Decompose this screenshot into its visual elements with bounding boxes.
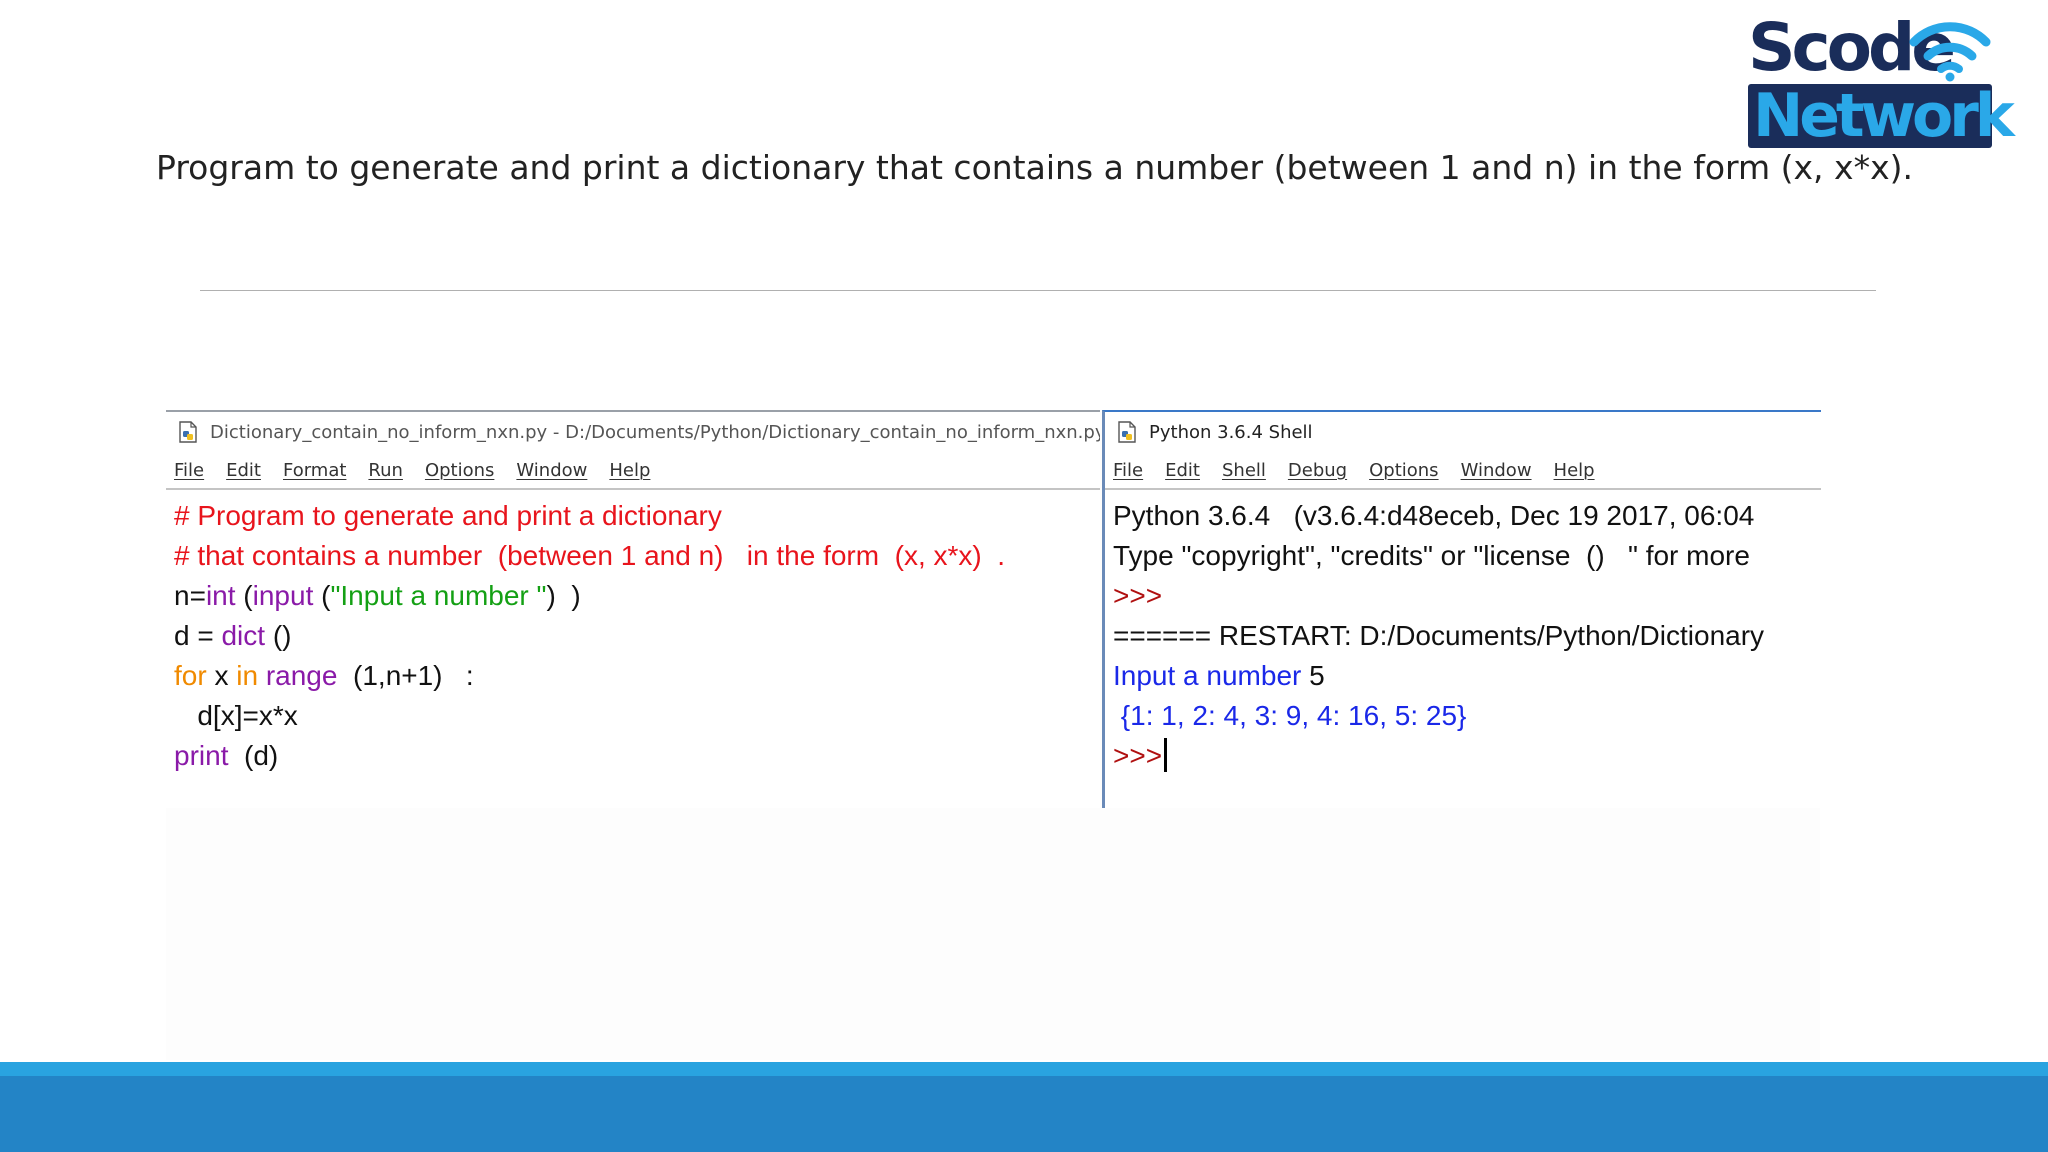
- shell-line: >>>: [1113, 736, 1821, 776]
- wifi-icon: [1909, 22, 1991, 82]
- shell-menu-edit[interactable]: Edit: [1165, 460, 1200, 481]
- editor-token: (1,n+1) :: [337, 660, 474, 691]
- editor-token: d =: [174, 620, 222, 651]
- editor-menu-format[interactable]: Format: [283, 460, 346, 481]
- editor-titlebar: Dictionary_contain_no_inform_nxn.py - D:…: [166, 412, 1100, 452]
- footer-accent-bar: [0, 1062, 2048, 1076]
- slide-title: Program to generate and print a dictiona…: [156, 148, 1913, 187]
- footer-bar: [0, 1076, 2048, 1152]
- text-cursor: [1164, 738, 1168, 772]
- shell-menu-help[interactable]: Help: [1554, 460, 1595, 481]
- python-shell-icon: [1118, 421, 1136, 443]
- shell-output-area[interactable]: Python 3.6.4 (v3.6.4:d48eceb, Dec 19 201…: [1105, 490, 1821, 776]
- shell-token: >>>: [1113, 580, 1163, 611]
- editor-menu-edit[interactable]: Edit: [226, 460, 261, 481]
- scode-network-logo: Scode Network: [1748, 12, 2015, 148]
- shell-token: Python 3.6.4 (v3.6.4:d48eceb, Dec 19 201…: [1113, 500, 1755, 531]
- editor-menu-window[interactable]: Window: [516, 460, 587, 481]
- editor-token: range: [265, 660, 338, 691]
- editor-title-text: Dictionary_contain_no_inform_nxn.py - D:…: [210, 421, 1100, 443]
- logo-network-box: Network: [1748, 84, 2015, 148]
- editor-window: Dictionary_contain_no_inform_nxn.py - D:…: [166, 410, 1100, 808]
- editor-token: ) ): [546, 580, 581, 611]
- shell-token: Type "copyright", "credits" or "license …: [1113, 540, 1750, 571]
- shell-token: >>>: [1113, 740, 1163, 771]
- shell-window: Python 3.6.4 Shell File Edit Shell Debug Opt…: [1102, 410, 1821, 808]
- shell-token: 5: [1309, 660, 1325, 691]
- editor-line: d = dict (): [174, 616, 1100, 656]
- editor-line: d[x]=x*x: [174, 696, 1100, 736]
- editor-token: (: [313, 580, 331, 611]
- title-divider: [200, 290, 1876, 291]
- shell-line: {1: 1, 2: 4, 3: 9, 4: 16, 5: 25}: [1113, 696, 1821, 736]
- shell-menu-shell[interactable]: Shell: [1222, 460, 1266, 481]
- editor-line: # that contains a number (between 1 and …: [174, 536, 1100, 576]
- editor-token: int: [205, 580, 236, 611]
- editor-line: for x in range (1,n+1) :: [174, 656, 1100, 696]
- editor-line: # Program to generate and print a dictio…: [174, 496, 1100, 536]
- shell-line: >>>: [1113, 576, 1821, 616]
- shell-token: Input a number: [1113, 660, 1310, 691]
- shell-line: Python 3.6.4 (v3.6.4:d48eceb, Dec 19 201…: [1113, 496, 1821, 536]
- editor-token: "Input a number ": [330, 580, 547, 611]
- shell-menu-window[interactable]: Window: [1461, 460, 1532, 481]
- editor-token: (d): [228, 740, 279, 771]
- editor-token: x: [206, 660, 237, 691]
- shell-line: ====== RESTART: D:/Documents/Python/Dict…: [1113, 616, 1821, 656]
- shell-token: {1: 1, 2: 4, 3: 9, 4: 16, 5: 25}: [1113, 700, 1467, 731]
- editor-token: (): [265, 620, 292, 651]
- shell-titlebar: Python 3.6.4 Shell: [1105, 412, 1821, 452]
- editor-token: (: [235, 580, 253, 611]
- editor-token: [258, 660, 266, 691]
- editor-menu-file[interactable]: File: [174, 460, 204, 481]
- editor-token: for: [174, 660, 207, 691]
- editor-menubar: File Edit Format Run Options Window Help: [166, 452, 1100, 490]
- editor-menu-help[interactable]: Help: [609, 460, 650, 481]
- editor-token: # that contains a number (between 1 and …: [174, 540, 1006, 571]
- shell-token: ====== RESTART: D:/Documents/Python/Dict…: [1113, 620, 1765, 651]
- shell-line: Type "copyright", "credits" or "license …: [1113, 536, 1821, 576]
- editor-token: input: [252, 580, 314, 611]
- python-file-icon: [179, 421, 197, 443]
- editor-token: # Program to generate and print a dictio…: [174, 500, 722, 531]
- shell-menu-file[interactable]: File: [1113, 460, 1143, 481]
- shell-title-text: Python 3.6.4 Shell: [1149, 421, 1313, 443]
- editor-line: print (d): [174, 736, 1100, 776]
- editor-line: n=int (input ("Input a number ") ): [174, 576, 1100, 616]
- editor-token: print: [174, 740, 229, 771]
- shell-line: Input a number 5: [1113, 656, 1821, 696]
- editor-menu-options[interactable]: Options: [425, 460, 494, 481]
- editor-token: n=: [174, 580, 206, 611]
- shell-menu-options[interactable]: Options: [1369, 460, 1438, 481]
- shell-menubar: File Edit Shell Debug Options Window Help: [1105, 452, 1821, 490]
- editor-code-area[interactable]: # Program to generate and print a dictio…: [166, 490, 1100, 776]
- editor-token: dict: [221, 620, 266, 651]
- editor-token: d[x]=x*x: [174, 700, 298, 731]
- editor-token: in: [236, 660, 259, 691]
- editor-menu-run[interactable]: Run: [368, 460, 403, 481]
- logo-word-network: Network: [1753, 81, 2015, 151]
- shell-menu-debug[interactable]: Debug: [1288, 460, 1347, 481]
